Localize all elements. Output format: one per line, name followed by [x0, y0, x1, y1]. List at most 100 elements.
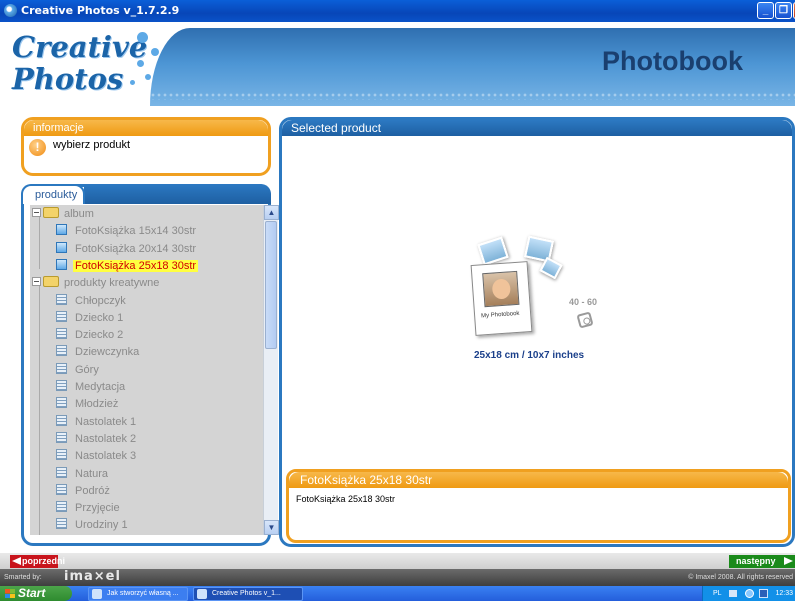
tree-item-label: Dziecko 1: [75, 311, 124, 324]
tree-item-label: produkty kreatywne: [64, 277, 160, 290]
tree-item-label: Nastolatek 1: [75, 415, 137, 428]
app-header: Creative Photos Photobook: [0, 22, 795, 110]
product-tree[interactable]: album FotoKsiążka 15x14 30str FotoKsiążka …: [30, 205, 263, 535]
imaxel-logo: ima×el: [64, 569, 121, 584]
product-preview-image: My Photobook 40 - 60: [470, 235, 615, 344]
tree-item[interactable]: Medytacja: [56, 379, 127, 396]
description-title: FotoKsiążka 25x18 30str: [289, 472, 788, 488]
logo-dot: [130, 80, 135, 85]
tree-item[interactable]: Nastolatek 2: [56, 431, 138, 448]
tree-item-label: album: [64, 208, 94, 220]
tree-item[interactable]: Dziecko 2: [56, 327, 125, 344]
template-icon: [56, 501, 67, 513]
window-title-bar[interactable]: Creative Photos v_1.7.2.9 _ ❐: [0, 0, 795, 22]
taskbar-item-browser[interactable]: Jak stworzyć własną ...: [88, 587, 188, 601]
tree-item-label: FotoKsiążka 25x18 30str: [73, 259, 199, 272]
tree-item[interactable]: Młodzież: [56, 396, 120, 413]
smarted-by-label: Smarted by:: [4, 574, 42, 581]
tree-item-label: Medytacja: [75, 381, 126, 393]
template-icon: [56, 414, 67, 426]
template-icon: [56, 518, 67, 530]
template-icon: [56, 380, 67, 391]
tree-item[interactable]: Podróż: [56, 483, 112, 500]
template-icon: [56, 466, 67, 478]
info-panel: informacje ! wybierz produkt: [21, 117, 271, 176]
tree-item[interactable]: Dziewczynka: [56, 344, 141, 361]
volume-icon[interactable]: [745, 589, 754, 598]
template-icon: [56, 431, 67, 443]
tree-item-label: Nastolatek 3: [75, 450, 137, 463]
tree-item-label: Nastolatek 2: [75, 432, 137, 445]
pages-range: 40 - 60: [569, 297, 598, 307]
language-indicator[interactable]: PL: [713, 586, 722, 601]
product-description-box: FotoKsiążka 25x18 30str FotoKsiążka 25x1…: [286, 469, 791, 543]
taskbar-item-label: Jak stworzyć własną ...: [107, 590, 179, 597]
tree-connector: [39, 286, 40, 535]
tree-scrollbar[interactable]: ▲ ▼: [263, 205, 279, 535]
logo-dot: [137, 60, 144, 67]
logo-line-2: Photos: [12, 62, 124, 96]
tray-app-icon[interactable]: [759, 589, 768, 598]
tree-item[interactable]: Nastolatek 1: [56, 414, 138, 431]
tree-item[interactable]: Dziecko 1: [56, 310, 125, 327]
tree-item-label: FotoKsiążka 15x14 30str: [75, 225, 197, 238]
tree-item-label: Góry: [75, 363, 99, 376]
tree-item[interactable]: FotoKsiążka 20x14 30str: [56, 241, 198, 258]
logo-dot: [137, 32, 148, 43]
collapse-icon[interactable]: [32, 208, 41, 217]
tree-item-label: Chłopczyk: [75, 294, 126, 307]
page-title: Photobook: [602, 46, 743, 76]
tree-item[interactable]: Natura: [56, 466, 110, 483]
previous-button[interactable]: poprzedni: [10, 555, 65, 568]
tree-folder[interactable]: produkty kreatywne: [32, 275, 161, 292]
tree-item[interactable]: Przyjęcie: [56, 500, 122, 517]
template-icon: [56, 449, 67, 461]
tree-item-label: Podróż: [75, 484, 110, 497]
tree-item[interactable]: FotoKsiążka 25x18 30str: [56, 258, 199, 275]
tree-item[interactable]: Chłopczyk: [56, 293, 128, 310]
window-title: Creative Photos v_1.7.2.9: [21, 4, 180, 17]
photobook-icon: [56, 224, 67, 236]
tree-folder[interactable]: album: [32, 206, 96, 223]
tree-connector: [39, 217, 40, 269]
photobook-cover: My Photobook: [470, 261, 533, 336]
app-icon[interactable]: [4, 4, 17, 17]
restore-icon[interactable]: ❐: [775, 2, 792, 19]
minimize-icon[interactable]: _: [757, 2, 774, 19]
tab-produkty[interactable]: produkty: [21, 184, 85, 204]
start-label: Start: [18, 586, 46, 600]
network-icon[interactable]: [729, 590, 737, 597]
system-tray: PL 12:33: [702, 586, 795, 601]
info-panel-title: informacje: [24, 120, 268, 136]
logo-dot: [145, 74, 151, 80]
navigation-bar: poprzedni następny: [0, 553, 795, 569]
next-button[interactable]: następny: [729, 555, 795, 568]
tree-item[interactable]: Urodziny 1: [56, 517, 130, 534]
cover-face: [491, 278, 512, 300]
app-footer: Smarted by: ima×el © Imaxel 2008. All ri…: [0, 569, 795, 586]
tree-item[interactable]: FotoKsiążka 15x14 30str: [56, 223, 198, 240]
tree-item[interactable]: Góry: [56, 362, 101, 379]
copyright-text: © Imaxel 2008. All rights reserved: [688, 574, 793, 581]
browser-icon: [92, 589, 102, 599]
tree-item-label: Przyjęcie: [75, 502, 120, 515]
scroll-up-icon[interactable]: ▲: [264, 205, 279, 220]
tree-item[interactable]: Nastolatek 3: [56, 448, 138, 465]
info-message: wybierz produkt: [53, 139, 131, 151]
photobook-icon: [56, 258, 67, 270]
folder-icon: [43, 276, 59, 288]
taskbar-item-creative-photos[interactable]: Creative Photos v_1...: [193, 587, 303, 601]
collapse-icon[interactable]: [32, 277, 41, 287]
scroll-thumb[interactable]: [265, 221, 277, 349]
app-icon: [197, 589, 207, 599]
tree-item-label: Dziewczynka: [75, 346, 140, 359]
taskbar-item-label: Creative Photos v_1...: [212, 590, 281, 597]
template-icon: [56, 345, 67, 357]
pages-icon: [576, 311, 594, 329]
header-dots: [150, 92, 795, 100]
scroll-down-icon[interactable]: ▼: [264, 520, 279, 535]
start-button[interactable]: Start: [0, 586, 72, 601]
tree-item-label: Dziecko 2: [75, 329, 124, 342]
template-icon: [56, 483, 67, 495]
products-header-bar: [84, 184, 271, 204]
